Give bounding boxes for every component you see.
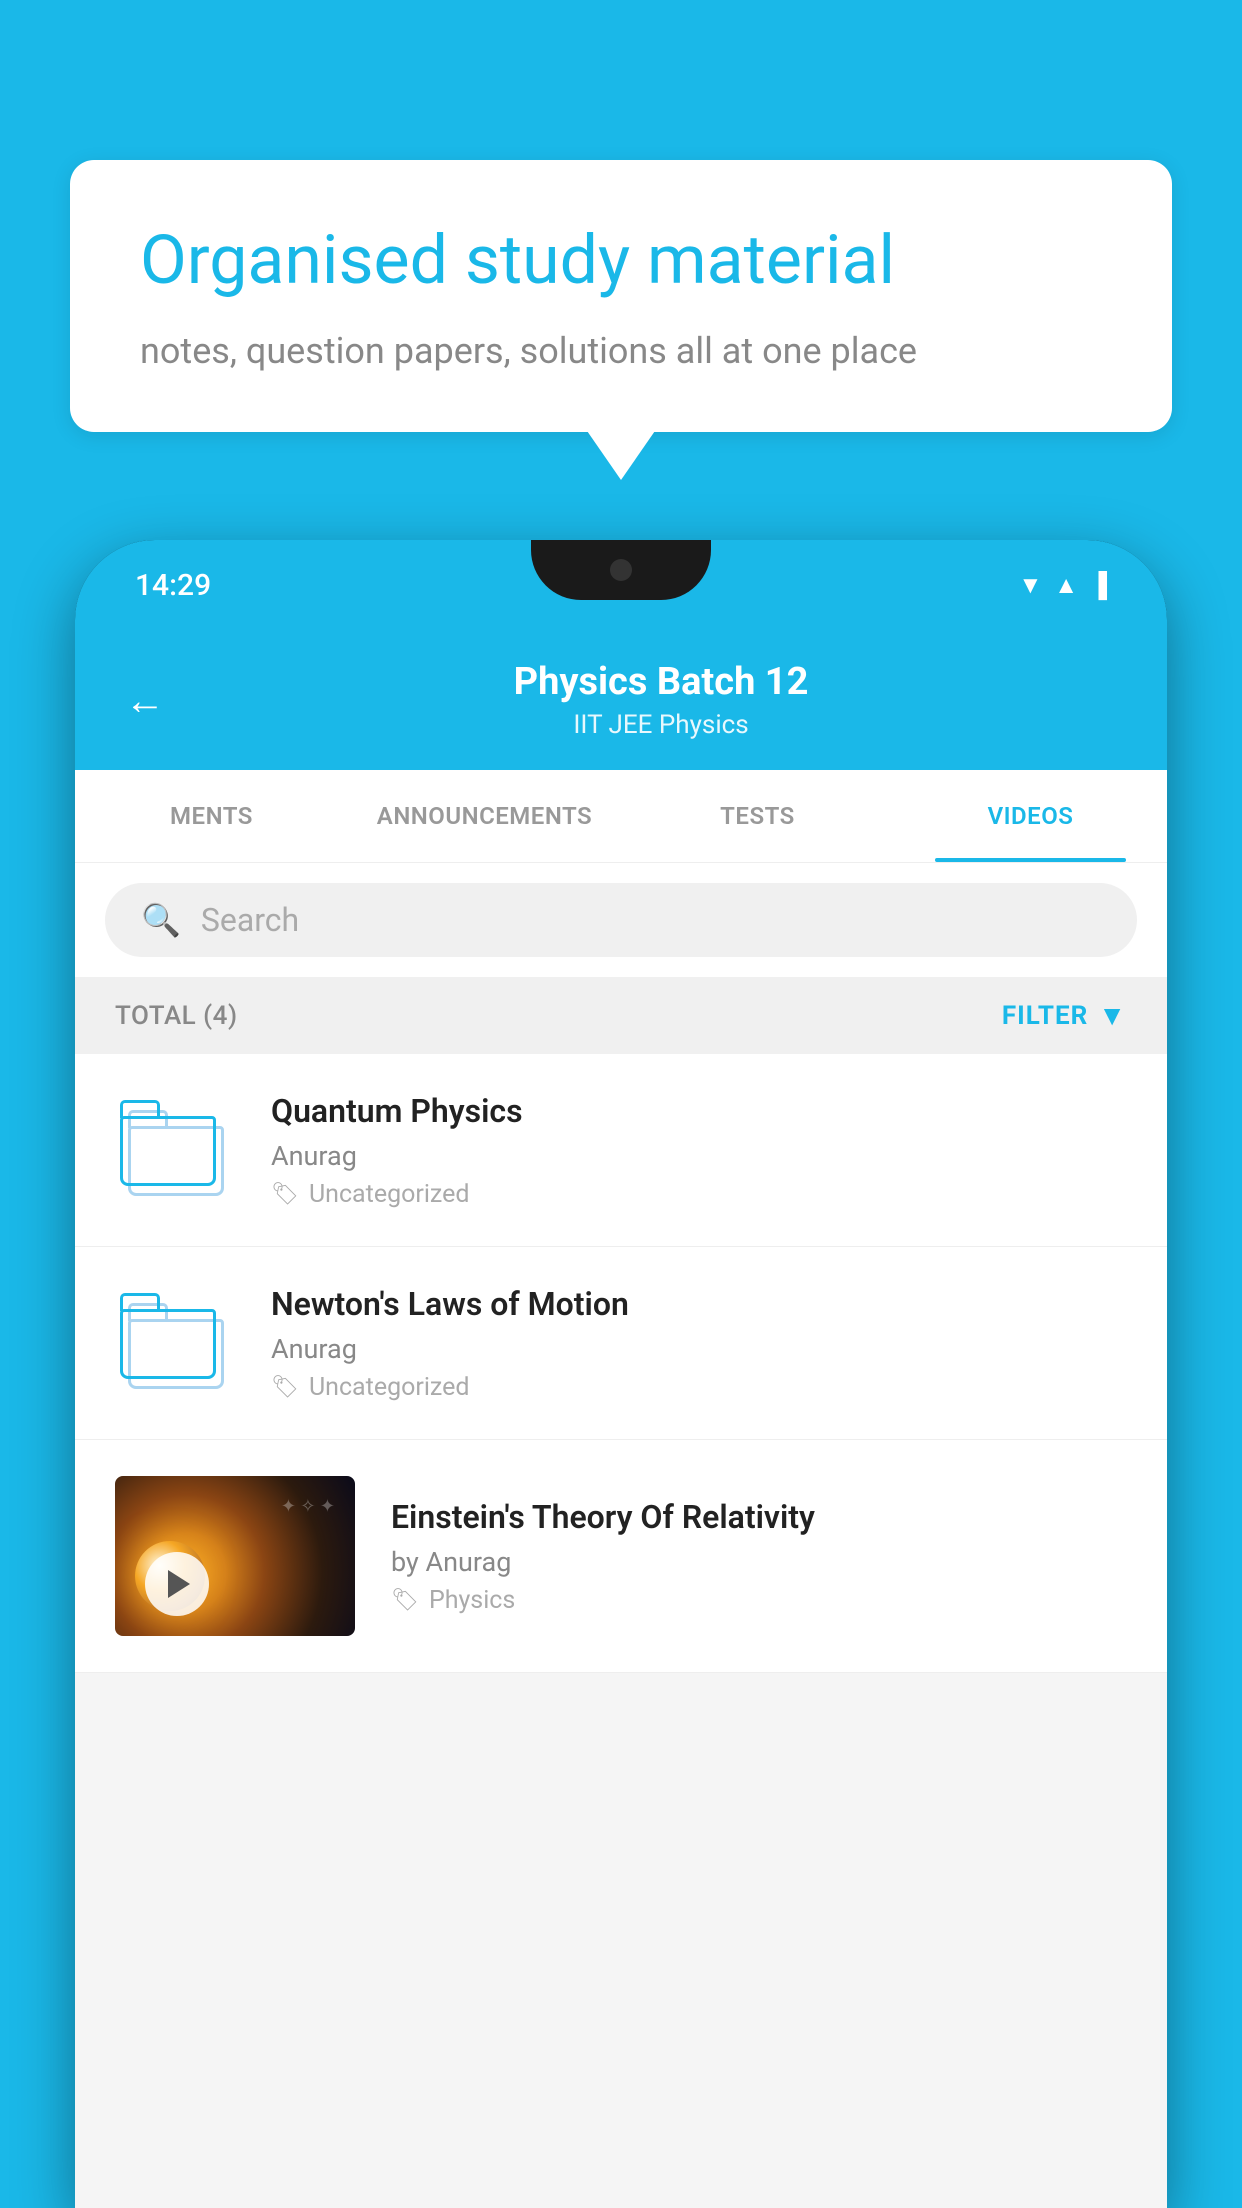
- search-container: 🔍 Search: [75, 863, 1167, 977]
- header-title: Physics Batch 12: [205, 660, 1117, 704]
- search-placeholder: Search: [201, 901, 299, 939]
- folder-icon-quantum: [115, 1090, 235, 1210]
- video-list: Quantum Physics Anurag 🏷 Uncategorized: [75, 1054, 1167, 1673]
- battery-icon: ▐: [1090, 571, 1107, 600]
- status-time: 14:29: [135, 568, 211, 603]
- tag-icon: 🏷: [391, 1588, 419, 1613]
- video-title: Newton's Laws of Motion: [271, 1285, 1127, 1323]
- tag-label: Physics: [429, 1586, 515, 1615]
- back-button[interactable]: ←: [125, 677, 165, 724]
- video-title: Einstein's Theory Of Relativity: [391, 1498, 1127, 1536]
- speech-bubble-card: Organised study material notes, question…: [70, 160, 1172, 432]
- video-info-einstein: Einstein's Theory Of Relativity by Anura…: [391, 1498, 1127, 1615]
- header-title-block: Physics Batch 12 IIT JEE Physics: [205, 660, 1117, 740]
- video-author: by Anurag: [391, 1546, 1127, 1578]
- play-icon: [168, 1570, 190, 1598]
- filter-button[interactable]: FILTER ▼: [1002, 999, 1127, 1032]
- search-bar[interactable]: 🔍 Search: [105, 883, 1137, 957]
- video-tag: 🏷 Uncategorized: [271, 1373, 1127, 1402]
- video-author: Anurag: [271, 1333, 1127, 1365]
- tabs-bar: MENTS ANNOUNCEMENTS TESTS VIDEOS: [75, 770, 1167, 863]
- total-count: TOTAL (4): [115, 1001, 238, 1031]
- folder-icon-newton: [115, 1283, 235, 1403]
- phone-content: 🔍 Search TOTAL (4) FILTER ▼: [75, 863, 1167, 2208]
- status-icons: ▼ ▲ ▐: [1018, 571, 1107, 600]
- header-subtitle: IIT JEE Physics: [205, 710, 1117, 740]
- video-author: Anurag: [271, 1140, 1127, 1172]
- tag-label: Uncategorized: [309, 1180, 470, 1209]
- search-icon: 🔍: [141, 901, 181, 939]
- list-item[interactable]: Quantum Physics Anurag 🏷 Uncategorized: [75, 1054, 1167, 1247]
- filter-label: FILTER: [1002, 1001, 1088, 1031]
- wifi-icon: ▼: [1018, 571, 1042, 600]
- speech-bubble-section: Organised study material notes, question…: [70, 160, 1172, 432]
- notch: [531, 540, 711, 600]
- video-tag: 🏷 Uncategorized: [271, 1180, 1127, 1209]
- tab-tests[interactable]: TESTS: [621, 770, 894, 862]
- tab-announcements[interactable]: ANNOUNCEMENTS: [348, 770, 621, 862]
- status-bar: 14:29 ▼ ▲ ▐: [75, 540, 1167, 630]
- filter-row: TOTAL (4) FILTER ▼: [75, 977, 1167, 1054]
- phone-inner: ← Physics Batch 12 IIT JEE Physics MENTS…: [75, 630, 1167, 2208]
- video-info-newton: Newton's Laws of Motion Anurag 🏷 Uncateg…: [271, 1285, 1127, 1402]
- phone-frame: 14:29 ▼ ▲ ▐ ← Physics Batch 12 IIT JEE P…: [75, 540, 1167, 2208]
- tag-icon: 🏷: [271, 1182, 299, 1207]
- tag-icon: 🏷: [271, 1375, 299, 1400]
- tab-ments[interactable]: MENTS: [75, 770, 348, 862]
- list-item[interactable]: Einstein's Theory Of Relativity by Anura…: [75, 1440, 1167, 1673]
- video-title: Quantum Physics: [271, 1092, 1127, 1130]
- bubble-subtitle: notes, question papers, solutions all at…: [140, 330, 1102, 372]
- video-tag: 🏷 Physics: [391, 1586, 1127, 1615]
- video-thumbnail-einstein: [115, 1476, 355, 1636]
- video-info-quantum: Quantum Physics Anurag 🏷 Uncategorized: [271, 1092, 1127, 1209]
- list-item[interactable]: Newton's Laws of Motion Anurag 🏷 Uncateg…: [75, 1247, 1167, 1440]
- thumb-background: [115, 1476, 355, 1636]
- filter-icon: ▼: [1098, 999, 1127, 1032]
- signal-icon: ▲: [1054, 571, 1078, 600]
- tag-label: Uncategorized: [309, 1373, 470, 1402]
- camera-dot: [610, 559, 632, 581]
- app-header: ← Physics Batch 12 IIT JEE Physics: [75, 630, 1167, 770]
- play-button[interactable]: [145, 1552, 209, 1616]
- bubble-title: Organised study material: [140, 220, 1102, 302]
- tab-videos[interactable]: VIDEOS: [894, 770, 1167, 862]
